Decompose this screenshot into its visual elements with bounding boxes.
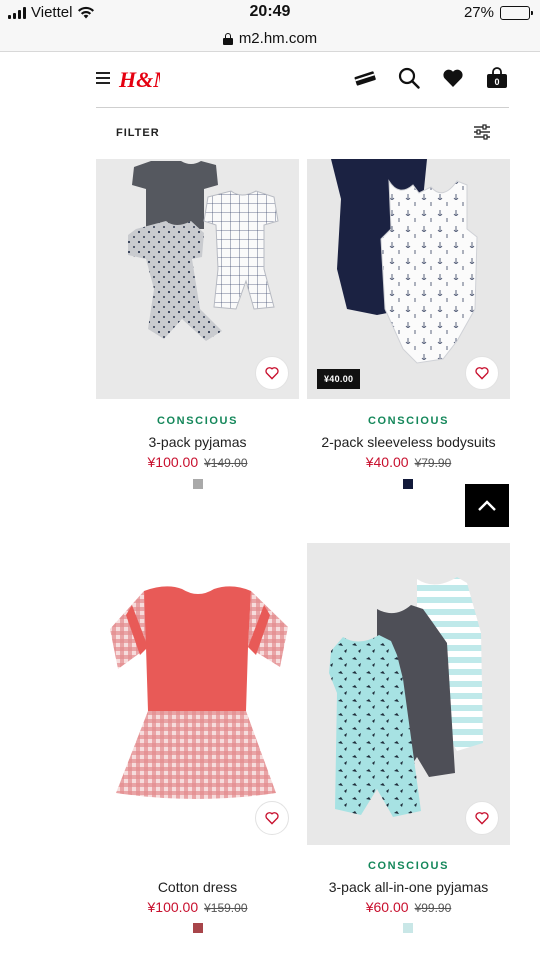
status-time: 20:49 [249,3,291,20]
favorite-button[interactable] [465,801,499,835]
product-prices: ¥60.00 ¥99.90 [307,899,510,915]
url-text: m2.hm.com [238,30,318,47]
menu-icon[interactable] [96,72,110,84]
product-tag: CONSCIOUS [367,860,450,872]
color-swatch[interactable] [193,923,203,933]
old-price: ¥159.00 [204,901,248,915]
payment-card-icon[interactable] [353,66,377,90]
battery-percent: 27% [463,4,494,21]
product-prices: ¥100.00 ¥149.00 [96,454,299,470]
site-header: H&M 0 [96,52,509,108]
status-right: 27% [463,4,533,21]
product-name[interactable]: Cotton dress [96,879,299,895]
heart-outline-icon [265,812,279,825]
filter-button[interactable]: FILTER [116,127,160,139]
filter-sliders-icon[interactable] [473,124,491,140]
product-card[interactable]: CONSCIOUS 3-pack all-in-one pyjamas ¥60.… [307,543,510,943]
product-card[interactable]: Cotton dress ¥100.00 ¥159.00 [96,543,299,943]
sale-price: ¥100.00 [147,899,199,915]
favorite-button[interactable] [465,356,499,390]
favorite-button[interactable] [255,356,289,390]
sale-price: ¥100.00 [147,454,199,470]
favorite-button[interactable] [255,801,289,835]
product-prices: ¥40.00 ¥79.90 [307,454,510,470]
old-price: ¥79.90 [414,456,452,470]
status-bar: Viettel 20:49 27% [0,0,540,26]
product-prices: ¥100.00 ¥159.00 [96,899,299,915]
color-swatch[interactable] [193,479,203,489]
old-price: ¥149.00 [204,456,248,470]
product-tag: CONSCIOUS [156,415,239,427]
product-name[interactable]: 2-pack sleeveless bodysuits [307,434,510,450]
back-to-top-button[interactable] [465,484,509,527]
dress-illustration [110,586,288,799]
price-badge: ¥40.00 [317,369,361,389]
product-image[interactable] [96,543,299,845]
svg-text:H&M: H&M [118,67,160,92]
product-image[interactable]: ¥40.00 [307,159,510,399]
heart-outline-icon [265,367,279,380]
header-icons: 0 [353,66,509,90]
shopping-bag-icon[interactable]: 0 [485,66,509,90]
color-swatch[interactable] [403,479,413,489]
search-icon[interactable] [397,66,421,90]
product-name[interactable]: 3-pack pyjamas [96,434,299,450]
color-swatch[interactable] [403,923,413,933]
hm-logo[interactable]: H&M [118,65,160,93]
all-in-one-pyjamas-illustration [329,577,483,817]
product-card[interactable]: CONSCIOUS 3-pack pyjamas ¥100.00 ¥149.00 [96,159,299,499]
sale-price: ¥60.00 [365,899,409,915]
heart-outline-icon [475,812,489,825]
product-tag: CONSCIOUS [367,415,450,427]
battery-icon [500,5,533,20]
product-name[interactable]: 3-pack all-in-one pyjamas [307,879,510,895]
lock-icon [222,32,233,45]
chevron-up-icon [478,499,496,511]
product-image[interactable] [307,543,510,845]
heart-outline-icon [475,367,489,380]
product-card[interactable]: ¥40.00 CONSCIOUS 2-pack sleeveless bodys… [307,159,510,499]
address-bar[interactable]: m2.hm.com [0,26,540,52]
bag-count: 0 [494,77,499,87]
product-image[interactable] [96,159,299,399]
filter-bar: FILTER [96,108,509,158]
old-price: ¥99.90 [414,901,452,915]
heart-icon[interactable] [441,66,465,90]
sale-price: ¥40.00 [365,454,409,470]
